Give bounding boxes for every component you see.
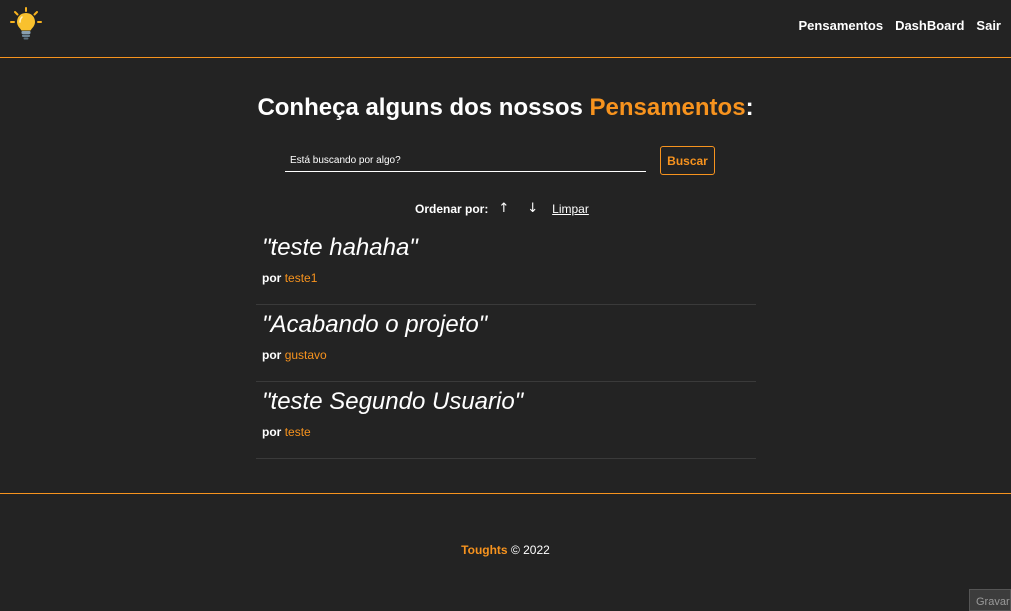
author-name: gustavo: [284, 348, 327, 362]
page-title: Conheça alguns dos nossos Pensamentos:: [0, 94, 1011, 122]
thought-author: por teste: [262, 425, 311, 439]
page-title-prefix: Conheça alguns dos nossos: [257, 94, 590, 121]
author-name: teste1: [284, 271, 318, 285]
thought-text: "teste Segundo Usuario": [262, 388, 524, 415]
nav-link-dashboard[interactable]: DashBoard: [895, 18, 964, 33]
author-prefix: por: [262, 425, 282, 439]
order-controls: Ordenar por: ↑ ↓ Limpar: [415, 201, 589, 216]
footer-text: Toughts © 2022: [0, 543, 1011, 557]
thoughts-list: "teste hahaha" por teste1 "Acabando o pr…: [256, 228, 756, 459]
search-button[interactable]: Buscar: [660, 146, 715, 175]
nav-links: Pensamentos DashBoard Sair: [799, 18, 1001, 33]
thought-text: "teste hahaha": [262, 234, 418, 261]
list-item: "teste Segundo Usuario" por teste: [256, 382, 756, 459]
search-input[interactable]: [285, 150, 646, 172]
author-prefix: por: [262, 348, 282, 362]
list-item: "teste hahaha" por teste1: [256, 228, 756, 305]
clear-order-link[interactable]: Limpar: [552, 202, 589, 216]
footer-copyright: © 2022: [507, 543, 550, 557]
order-label: Ordenar por:: [415, 201, 489, 216]
page-title-accent: Pensamentos: [589, 94, 746, 121]
author-prefix: por: [262, 271, 282, 285]
thought-author: por gustavo: [262, 348, 327, 362]
sort-descending-button[interactable]: ↓: [527, 201, 538, 216]
sort-ascending-button[interactable]: ↑: [498, 201, 509, 216]
thought-text: "Acabando o projeto": [262, 311, 488, 338]
page-title-suffix: :: [745, 94, 754, 121]
list-item: "Acabando o projeto" por gustavo: [256, 305, 756, 382]
navbar: Pensamentos DashBoard Sair: [0, 0, 1011, 58]
footer-brand: Toughts: [461, 543, 508, 557]
author-name: teste: [284, 425, 311, 439]
footer: Toughts © 2022: [0, 493, 1011, 611]
nav-link-pensamentos[interactable]: Pensamentos: [799, 18, 884, 33]
thought-author: por teste1: [262, 271, 317, 285]
nav-link-sair[interactable]: Sair: [976, 18, 1001, 33]
lightbulb-icon[interactable]: [10, 7, 42, 41]
record-widget[interactable]: Gravar: [969, 589, 1011, 611]
